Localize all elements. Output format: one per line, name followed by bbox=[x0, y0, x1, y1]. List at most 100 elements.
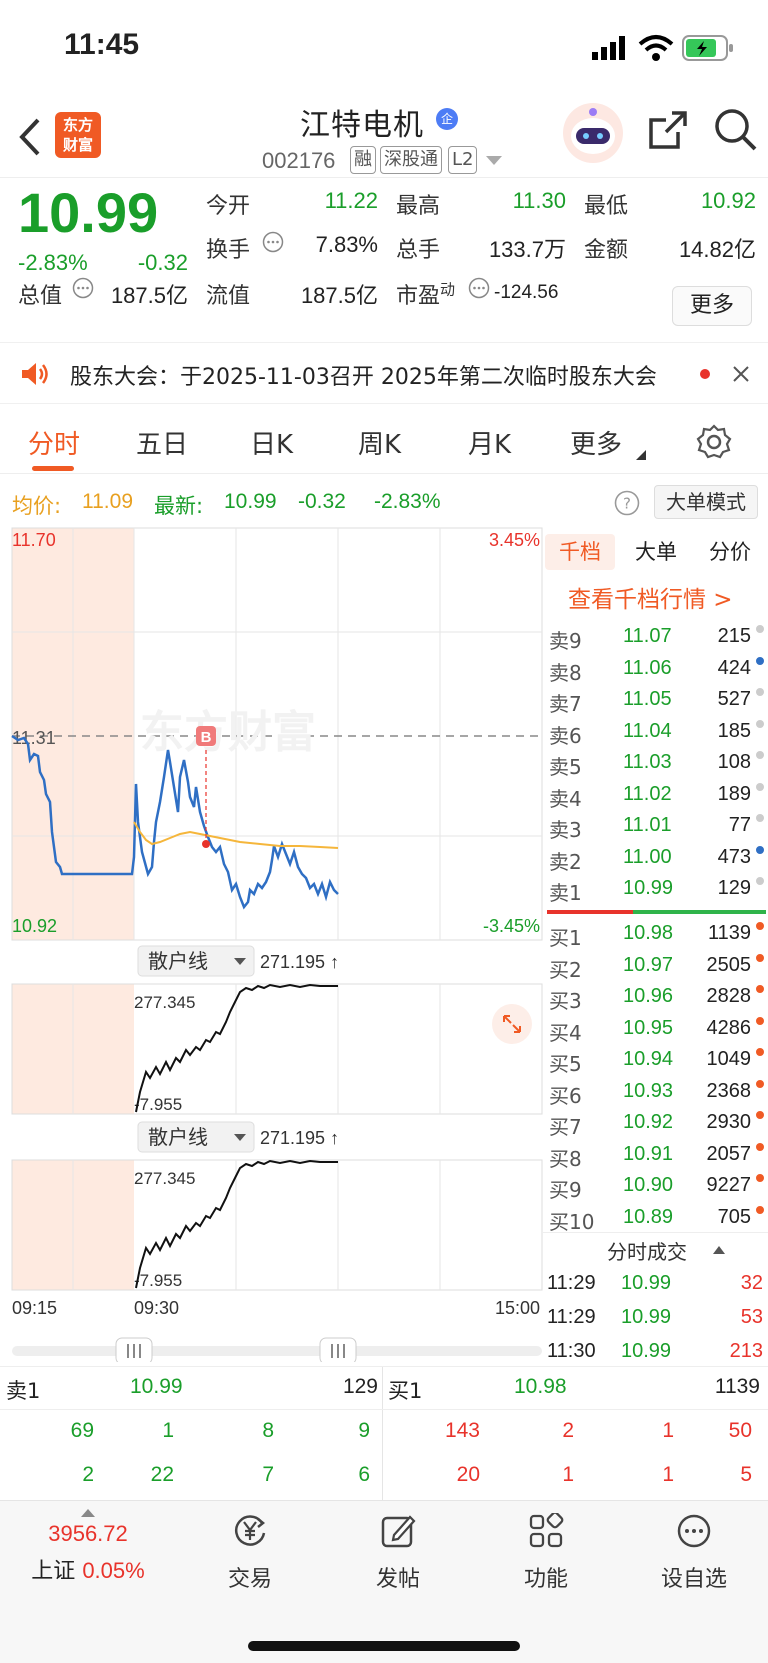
y-top-label: 11.70 bbox=[12, 530, 56, 550]
index-pct: 0.05% bbox=[82, 1558, 145, 1583]
sell1-label: 卖1 bbox=[6, 1379, 41, 1403]
tab-more[interactable]: 更多 bbox=[570, 424, 622, 461]
nav-functions[interactable]: 功能 bbox=[486, 1511, 606, 1593]
tab-intraday[interactable]: 分时 bbox=[28, 424, 80, 461]
pe-label-text: 市盈 bbox=[396, 284, 441, 309]
level-volume: 129 bbox=[717, 877, 751, 899]
level2-tag: L2 bbox=[448, 146, 478, 174]
settings-gear-icon[interactable] bbox=[696, 424, 732, 460]
level-dot bbox=[756, 1111, 764, 1119]
info-icon[interactable] bbox=[72, 277, 94, 299]
info-icon[interactable] bbox=[262, 231, 284, 253]
trades-title[interactable]: 分时成交 bbox=[607, 1236, 687, 1265]
nav-trade-label: 交易 bbox=[227, 1567, 272, 1592]
pct-top-label: 3.45% bbox=[489, 530, 540, 550]
buy-marker-text: B bbox=[201, 729, 212, 746]
index-info: 上证 0.05% bbox=[28, 1553, 148, 1585]
level-dot bbox=[756, 751, 764, 759]
range-slider-track[interactable] bbox=[12, 1346, 542, 1356]
level-volume: 424 bbox=[717, 656, 751, 679]
level-dot bbox=[756, 688, 764, 696]
level-dot bbox=[756, 1016, 764, 1025]
latest-label: 最新: bbox=[154, 494, 204, 518]
ask-ratio-bar bbox=[547, 910, 633, 914]
sell1-price: 10.99 bbox=[130, 1375, 183, 1398]
latest-change-pct: -2.83% bbox=[374, 490, 441, 513]
divider bbox=[0, 1409, 768, 1410]
level-volume: 527 bbox=[717, 688, 751, 710]
tab-weekly-k[interactable]: 周K bbox=[358, 424, 401, 461]
robot-assistant-icon[interactable] bbox=[562, 102, 624, 164]
help-icon[interactable]: ? bbox=[614, 490, 640, 516]
index-ticker[interactable]: 3956.72 上证 0.05% bbox=[28, 1509, 148, 1585]
level-volume: 473 bbox=[717, 845, 751, 868]
nav-trade[interactable]: 交易 bbox=[190, 1513, 310, 1593]
sub-bottom-label-2: -7.955 bbox=[134, 1271, 182, 1290]
asks-row: 卖6 11.04 185 bbox=[543, 719, 768, 750]
asks-row: 卖1 10.99 129 bbox=[543, 877, 768, 907]
level-label: 买4 bbox=[549, 1020, 582, 1045]
tab-price-dist[interactable]: 分价 bbox=[695, 534, 765, 570]
corp-badge: 企 bbox=[436, 108, 458, 130]
close-icon[interactable] bbox=[732, 365, 750, 383]
more-button[interactable]: 更多 bbox=[672, 286, 752, 326]
trade-time: 11:30 bbox=[547, 1340, 596, 1362]
tab-five-day[interactable]: 五日 bbox=[136, 424, 188, 461]
low-label: 最低 bbox=[584, 194, 629, 219]
battery-icon bbox=[682, 35, 733, 61]
level-label: 卖5 bbox=[549, 755, 582, 779]
level-dot bbox=[756, 1174, 764, 1182]
expand-button[interactable] bbox=[492, 1004, 532, 1044]
grid-apps-icon bbox=[529, 1511, 564, 1548]
view-depth-link[interactable]: 查看千档行情 > bbox=[568, 580, 733, 614]
home-indicator[interactable] bbox=[248, 1641, 520, 1651]
sell-queue-volume: 69 bbox=[70, 1419, 94, 1442]
notice-bar[interactable]: 股东大会：于2025-11-03召开 2025年第二次临时股东大会 bbox=[0, 342, 768, 404]
search-icon[interactable] bbox=[714, 108, 758, 152]
float-value: 187.5亿 bbox=[300, 283, 378, 308]
level-label: 卖6 bbox=[549, 723, 582, 748]
trade-row: 11:29 10.99 32 bbox=[543, 1272, 768, 1302]
bids-row: 买2 10.97 2505 bbox=[543, 953, 768, 984]
level-label: 买2 bbox=[549, 957, 582, 982]
dropdown-icon[interactable] bbox=[486, 156, 502, 166]
nav-post[interactable]: 发帖 bbox=[338, 1513, 458, 1593]
nav-add-watchlist[interactable]: 设自选 bbox=[634, 1513, 754, 1593]
tab-full-depth[interactable]: 千档 bbox=[545, 534, 615, 570]
y-mid-label: 11.31 bbox=[12, 728, 56, 748]
level-dot bbox=[756, 625, 764, 633]
more-circle-icon bbox=[677, 1514, 711, 1548]
divider bbox=[543, 1232, 768, 1233]
tab-big-order[interactable]: 大单 bbox=[621, 534, 691, 570]
intraday-info-line: 均价: 11.09 最新: 10.99 -0.32 -2.83% ? 大单模式 bbox=[0, 484, 768, 520]
nav-functions-label: 功能 bbox=[523, 1567, 568, 1592]
collapse-arrow-icon[interactable] bbox=[713, 1246, 725, 1254]
level-volume: 9227 bbox=[706, 1174, 752, 1196]
level-volume: 4286 bbox=[706, 1016, 752, 1039]
index-value: 3956.72 bbox=[48, 1521, 128, 1546]
chart-tabs: 分时 五日 日K 周K 月K 更多 bbox=[0, 410, 768, 474]
more-arrow-icon bbox=[636, 450, 646, 460]
pe-value: -124.56 bbox=[494, 282, 559, 303]
tab-monthly-k[interactable]: 月K bbox=[468, 424, 511, 461]
level-price: 11.01 bbox=[623, 814, 672, 836]
sell-queue-volume: 22 bbox=[150, 1463, 174, 1486]
big-order-mode-button[interactable]: 大单模式 bbox=[654, 485, 758, 519]
buy-queue-volume: 1 bbox=[662, 1419, 674, 1442]
sell-queue-volume: 2 bbox=[82, 1463, 94, 1486]
info-icon[interactable] bbox=[468, 277, 490, 299]
bids-row: 买1 10.98 1139 bbox=[543, 922, 768, 952]
level-price: 11.00 bbox=[623, 845, 672, 868]
time-start-label: 09:15 bbox=[12, 1298, 57, 1318]
level-label: 买6 bbox=[549, 1083, 582, 1108]
back-arrow-icon[interactable] bbox=[18, 118, 42, 156]
level-price: 11.02 bbox=[623, 782, 672, 805]
tab-daily-k[interactable]: 日K bbox=[250, 424, 293, 461]
mktcap-label: 总值 bbox=[18, 284, 63, 309]
indicator-value-2: 271.195 ↑ bbox=[260, 1128, 339, 1148]
high-value: 11.30 bbox=[512, 188, 566, 213]
intraday-chart[interactable]: 东方财富 11.70 11.31 10.92 3.45% -3.45% B 散户… bbox=[0, 522, 543, 1362]
buy-queue-volume: 20 bbox=[456, 1463, 480, 1486]
level-price: 10.99 bbox=[623, 877, 674, 899]
share-icon[interactable] bbox=[648, 110, 688, 150]
